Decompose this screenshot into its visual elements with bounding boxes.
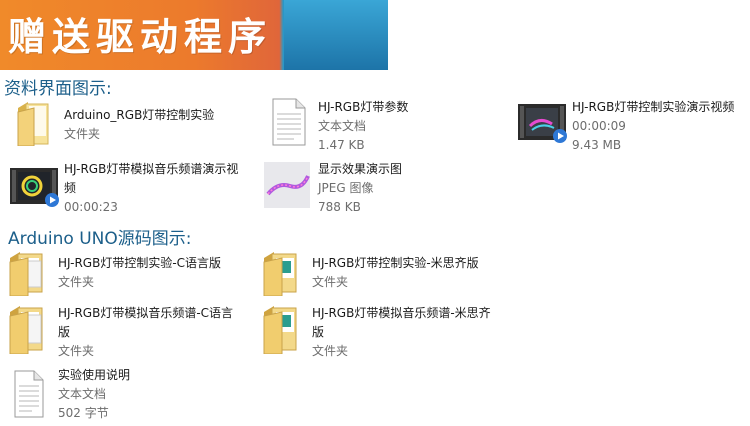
- folder-mixly-icon: [263, 252, 297, 296]
- file-name: HJ-RGB灯带模拟音乐频谱-米思齐: [312, 306, 491, 320]
- video-duration: 00:00:09: [572, 119, 626, 133]
- folder-mixly-icon: [263, 306, 297, 354]
- file-name: Arduino_RGB灯带控制实验: [64, 108, 215, 122]
- file-name-continued: 版: [58, 325, 71, 339]
- text-document-icon: [272, 98, 306, 146]
- file-item-control-mixly-folder[interactable]: HJ-RGB灯带控制实验-米思齐版 文件夹: [262, 250, 512, 300]
- file-name: 实验使用说明: [58, 368, 131, 382]
- file-item-spectrum-mixly-folder[interactable]: HJ-RGB灯带模拟音乐频谱-米思齐 版 文件夹: [262, 304, 512, 360]
- file-item-instructions[interactable]: 实验使用说明 文本文档 502 字节: [14, 366, 254, 422]
- file-type: 文件夹: [58, 275, 95, 289]
- file-name: HJ-RGB灯带参数: [318, 100, 409, 114]
- file-item-spectrum-c-folder[interactable]: HJ-RGB灯带模拟音乐频谱-C语言 版 文件夹: [8, 304, 258, 360]
- video-thumbnail-icon: [518, 104, 567, 143]
- banner-blue-stripe: [284, 0, 388, 70]
- file-item-arduino-folder[interactable]: Arduino_RGB灯带控制实验 文件夹: [14, 98, 254, 154]
- section-label-interface: 资料界面图示:: [4, 79, 112, 99]
- file-type: 文件夹: [312, 275, 349, 289]
- file-name-continued: 版: [312, 325, 325, 339]
- file-name: HJ-RGB灯带控制实验演示视频: [572, 100, 735, 114]
- file-type: 文件夹: [58, 344, 95, 358]
- file-size: 788 KB: [318, 200, 361, 214]
- folder-icon: [17, 102, 49, 146]
- file-name: HJ-RGB灯带模拟音乐频谱演示视: [64, 162, 239, 176]
- banner-title: 赠送驱动程序: [8, 15, 273, 59]
- video-thumbnail-icon: [10, 168, 59, 207]
- file-name: HJ-RGB灯带模拟音乐频谱-C语言: [58, 306, 234, 320]
- file-type: 文件夹: [312, 344, 349, 358]
- file-type: 文本文档: [58, 387, 107, 401]
- file-item-spectrum-video[interactable]: HJ-RGB灯带模拟音乐频谱演示视 频 00:00:23: [10, 160, 260, 216]
- video-duration: 00:00:23: [64, 200, 118, 214]
- file-name: HJ-RGB灯带控制实验-米思齐版: [312, 256, 479, 270]
- folder-stack-icon: [9, 306, 43, 354]
- file-type: 文本文档: [318, 119, 367, 133]
- section-label-source: Arduino UNO源码图示:: [8, 229, 192, 249]
- file-item-control-c-folder[interactable]: HJ-RGB灯带控制实验-C语言版 文件夹: [8, 250, 258, 300]
- folder-stack-icon: [9, 252, 43, 296]
- header-banner: 赠送驱动程序: [0, 0, 388, 70]
- image-thumbnail-icon: [264, 162, 310, 208]
- file-name: HJ-RGB灯带控制实验-C语言版: [58, 256, 222, 270]
- file-size: 502 字节: [58, 406, 109, 420]
- file-name-continued: 频: [64, 181, 77, 195]
- file-type: JPEG 图像: [318, 181, 374, 195]
- file-item-control-video[interactable]: HJ-RGB灯带控制实验演示视频 00:00:09 9.43 MB: [518, 98, 748, 154]
- text-document-icon: [14, 370, 44, 418]
- file-name: 显示效果演示图: [318, 162, 403, 176]
- file-size: 9.43 MB: [572, 138, 622, 152]
- file-item-demo-image[interactable]: 显示效果演示图 JPEG 图像 788 KB: [264, 160, 504, 216]
- file-size: 1.47 KB: [318, 138, 365, 152]
- file-type: 文件夹: [64, 127, 101, 141]
- file-item-rgb-params[interactable]: HJ-RGB灯带参数 文本文档 1.47 KB: [272, 98, 492, 154]
